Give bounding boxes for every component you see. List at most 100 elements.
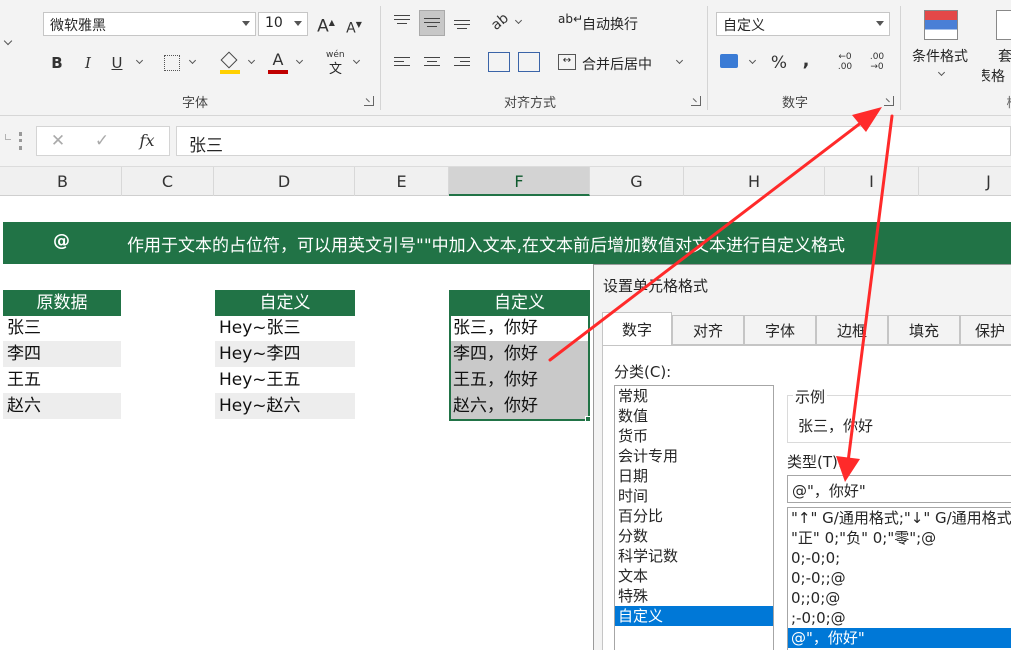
tab-protection[interactable]: 保护 bbox=[960, 315, 1011, 345]
formula-dots-icon[interactable] bbox=[19, 132, 22, 150]
list-item[interactable]: "正" 0;"负" 0;"零";@ bbox=[788, 528, 1011, 548]
underline-dropdown-icon[interactable] bbox=[135, 56, 144, 65]
list-item[interactable]: 特殊 bbox=[615, 586, 773, 606]
list-item[interactable]: 常规 bbox=[615, 386, 773, 406]
decrease-indent-icon[interactable] bbox=[488, 52, 510, 72]
format-as-table-button[interactable]: 套 表格 bbox=[982, 6, 1011, 86]
column-header-j[interactable]: J bbox=[919, 167, 1011, 196]
namebox-dropdown-icon[interactable] bbox=[5, 134, 11, 140]
align-left-icon[interactable] bbox=[394, 57, 410, 69]
comma-style-button[interactable]: , bbox=[800, 51, 812, 71]
number-format-dropdown[interactable]: 自定义 bbox=[716, 12, 890, 36]
tab-alignment[interactable]: 对齐 bbox=[672, 315, 744, 345]
font-color-button[interactable]: A bbox=[268, 50, 288, 74]
fill-color-button[interactable] bbox=[220, 51, 240, 74]
underline-button[interactable]: U bbox=[108, 53, 126, 73]
tab-font[interactable]: 字体 bbox=[744, 315, 816, 345]
list-item[interactable]: 会计专用 bbox=[615, 446, 773, 466]
font-dialog-launcher-icon[interactable] bbox=[364, 96, 374, 106]
align-top-icon[interactable] bbox=[394, 15, 410, 27]
tab-fill[interactable]: 填充 bbox=[888, 315, 960, 345]
enter-icon[interactable]: ✓ bbox=[93, 131, 111, 151]
list-item[interactable]: 数值 bbox=[615, 406, 773, 426]
type-input[interactable]: @"，你好" bbox=[787, 475, 1011, 503]
align-center-icon[interactable] bbox=[424, 57, 440, 69]
table1-cell[interactable]: 赵六 bbox=[3, 393, 121, 419]
font-size-dropdown[interactable]: 10 bbox=[258, 12, 308, 36]
orientation-icon[interactable]: ab bbox=[484, 7, 515, 38]
border-icon[interactable] bbox=[164, 55, 180, 71]
list-item-selected[interactable]: 自定义 bbox=[615, 606, 773, 626]
bold-button[interactable]: B bbox=[48, 53, 66, 73]
conditional-formatting-button[interactable]: 条件格式 bbox=[908, 6, 978, 86]
column-header-c[interactable]: C bbox=[122, 167, 214, 196]
table3-cell[interactable]: 赵六，你好 bbox=[449, 393, 590, 419]
fill-handle[interactable] bbox=[585, 416, 591, 422]
category-list[interactable]: 常规 数值 货币 会计专用 日期 时间 百分比 分数 科学记数 文本 特殊 自定… bbox=[614, 385, 774, 650]
wrap-text-button[interactable]: ab↵ 自动换行 bbox=[558, 12, 648, 34]
column-header-h[interactable]: H bbox=[684, 167, 825, 196]
accounting-dropdown-icon[interactable] bbox=[748, 56, 757, 65]
column-header-g[interactable]: G bbox=[590, 167, 684, 196]
grow-font-button[interactable]: A▲ bbox=[316, 13, 336, 37]
insert-function-icon[interactable]: fx bbox=[137, 131, 157, 151]
accounting-format-icon[interactable] bbox=[720, 54, 738, 68]
decrease-decimal-button[interactable]: .00 →0 bbox=[866, 52, 888, 72]
font-color-dropdown-icon[interactable] bbox=[295, 56, 304, 65]
list-item[interactable]: ;-0;0;@ bbox=[788, 608, 1011, 628]
column-header-d[interactable]: D bbox=[214, 167, 355, 196]
table2-cell[interactable]: Hey~李四 bbox=[215, 341, 355, 367]
align-right-icon[interactable] bbox=[454, 57, 470, 69]
increase-indent-icon[interactable] bbox=[518, 52, 540, 72]
column-header-f[interactable]: F bbox=[449, 167, 590, 196]
orientation-dropdown-icon[interactable] bbox=[514, 16, 523, 25]
alignment-dialog-launcher-icon[interactable] bbox=[691, 96, 701, 106]
phonetic-button[interactable]: wén 文 bbox=[326, 50, 346, 77]
table2-cell[interactable]: Hey~赵六 bbox=[215, 393, 355, 419]
tab-border[interactable]: 边框 bbox=[816, 315, 888, 345]
list-item[interactable]: 货币 bbox=[615, 426, 773, 446]
list-item[interactable]: 0;-0;;@ bbox=[788, 568, 1011, 588]
list-item[interactable]: 日期 bbox=[615, 466, 773, 486]
table1-header[interactable]: 原数据 bbox=[3, 290, 121, 316]
table2-cell[interactable]: Hey~张三 bbox=[215, 315, 355, 341]
border-dropdown-icon[interactable] bbox=[188, 56, 197, 65]
list-item-selected[interactable]: @"，你好" bbox=[788, 628, 1011, 648]
list-item[interactable]: 时间 bbox=[615, 486, 773, 506]
font-name-dropdown[interactable]: 微软雅黑 bbox=[43, 12, 256, 36]
merge-center-button[interactable]: ↔ 合并后居中 bbox=[558, 52, 678, 74]
formula-input[interactable]: 张三 bbox=[176, 126, 1011, 156]
column-header-b[interactable]: B bbox=[4, 167, 122, 196]
italic-button[interactable]: I bbox=[79, 53, 97, 73]
table1-cell[interactable]: 王五 bbox=[3, 367, 121, 393]
table1-cell[interactable]: 李四 bbox=[3, 341, 121, 367]
list-item[interactable]: 文本 bbox=[615, 566, 773, 586]
fill-dropdown-icon[interactable] bbox=[247, 56, 256, 65]
cancel-icon[interactable]: ✕ bbox=[49, 131, 67, 151]
table2-header[interactable]: 自定义 bbox=[215, 290, 355, 316]
collapse-chevron-icon[interactable] bbox=[3, 36, 13, 46]
list-item[interactable]: 百分比 bbox=[615, 506, 773, 526]
table1-cell[interactable]: 张三 bbox=[3, 315, 121, 341]
table2-cell[interactable]: Hey~王五 bbox=[215, 367, 355, 393]
phonetic-dropdown-icon[interactable] bbox=[352, 56, 361, 65]
column-header-e[interactable]: E bbox=[355, 167, 449, 196]
table3-cell[interactable]: 张三，你好 bbox=[449, 315, 590, 341]
description-banner[interactable]: @ 作用于文本的占位符，可以用英文引号""中加入文本,在文本前后增加数值对文本进… bbox=[3, 222, 1011, 264]
type-list[interactable]: "↑" G/通用格式;"↓" G/通用格式;- "正" 0;"负" 0;"零";… bbox=[787, 507, 1011, 650]
tab-number[interactable]: 数字 bbox=[602, 312, 672, 346]
list-item[interactable]: 0;;0;@ bbox=[788, 588, 1011, 608]
column-header-i[interactable]: I bbox=[825, 167, 919, 196]
list-item[interactable]: "↑" G/通用格式;"↓" G/通用格式;- bbox=[788, 508, 1011, 528]
list-item[interactable]: 0;-0;0; bbox=[788, 548, 1011, 568]
table3-header[interactable]: 自定义 bbox=[449, 290, 590, 316]
table3-cell[interactable]: 王五，你好 bbox=[449, 367, 590, 393]
list-item[interactable]: 分数 bbox=[615, 526, 773, 546]
align-bottom-icon[interactable] bbox=[454, 20, 470, 32]
percent-style-button[interactable]: % bbox=[770, 53, 788, 73]
number-dialog-launcher-icon[interactable] bbox=[884, 96, 894, 106]
shrink-font-button[interactable]: A▼ bbox=[344, 15, 364, 39]
list-item[interactable]: 科学记数 bbox=[615, 546, 773, 566]
align-middle-button[interactable] bbox=[419, 10, 445, 36]
increase-decimal-button[interactable]: ←0 .00 bbox=[834, 52, 856, 72]
